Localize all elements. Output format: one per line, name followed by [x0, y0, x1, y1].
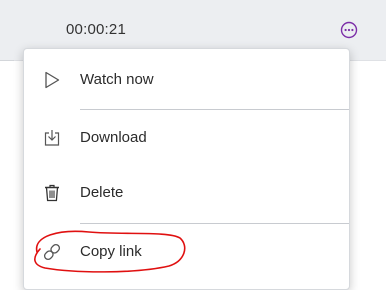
menu-item-download[interactable]: Download	[24, 110, 349, 166]
download-icon	[42, 128, 62, 148]
menu-item-label: Delete	[80, 184, 124, 201]
duration-label: 00:00:21	[66, 21, 126, 38]
menu-item-label: Watch now	[80, 71, 154, 88]
menu-item-label: Download	[80, 129, 147, 146]
menu-item-watch-now[interactable]: Watch now	[24, 52, 349, 108]
play-icon	[42, 70, 62, 90]
more-options-button[interactable]	[340, 21, 358, 39]
menu-item-label: Copy link	[80, 243, 142, 260]
row-divider	[0, 60, 14, 61]
menu-item-copy-link[interactable]: Copy link	[24, 224, 349, 280]
trash-icon	[42, 183, 62, 203]
link-icon	[42, 242, 62, 262]
more-options-icon	[340, 21, 358, 39]
menu-item-delete[interactable]: Delete	[24, 165, 349, 221]
context-menu: Watch now Download Delete Copy link	[23, 48, 350, 290]
